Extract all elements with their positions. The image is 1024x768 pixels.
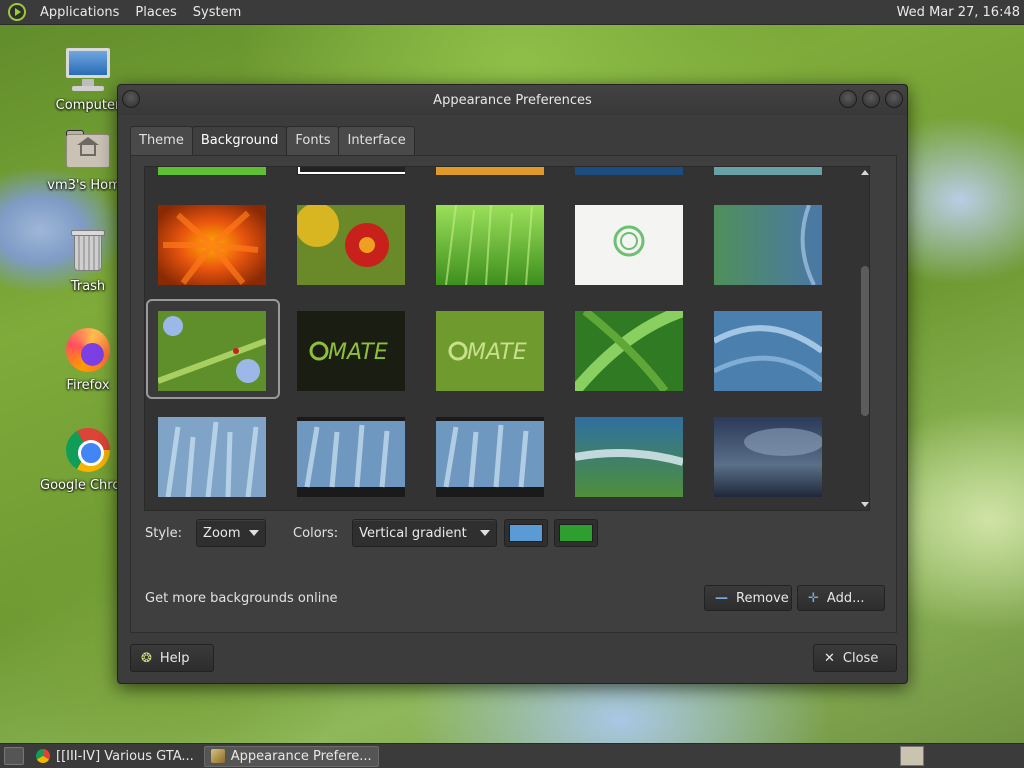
background-thumb[interactable]: [436, 417, 544, 497]
primary-color-swatch: [509, 524, 544, 542]
top-panel: Applications Places System Wed Mar 27, 1…: [0, 0, 1024, 25]
taskbar-item-label: [[III-IV] Various GTA...: [56, 748, 194, 764]
bottom-panel: [[III-IV] Various GTA... Appearance Pref…: [0, 743, 1024, 768]
colors-combo[interactable]: Vertical gradient: [352, 519, 498, 547]
tab-fonts[interactable]: Fonts: [286, 126, 340, 155]
workspace-switcher-icon[interactable]: [900, 746, 924, 766]
background-thumb[interactable]: [575, 417, 683, 497]
menu-places[interactable]: Places: [127, 0, 184, 25]
background-thumb-selected[interactable]: [158, 311, 266, 391]
add-button[interactable]: ✛ Add...: [797, 585, 885, 611]
secondary-color-swatch: [559, 524, 594, 542]
close-button-label: Close: [842, 650, 879, 666]
close-icon: ✕: [824, 650, 835, 666]
window-footer: ❂ Help ✕ Close: [130, 644, 897, 672]
background-thumb[interactable]: [575, 311, 683, 391]
scroll-down-arrow-icon[interactable]: [861, 502, 869, 507]
firefox-icon: [64, 326, 112, 374]
help-icon: ❂: [141, 650, 152, 666]
taskbar-item-chrome[interactable]: [[III-IV] Various GTA...: [30, 746, 200, 767]
background-thumb[interactable]: [575, 205, 683, 285]
primary-color-button[interactable]: [504, 519, 549, 547]
remove-button-label: Remove: [736, 590, 789, 606]
background-thumb[interactable]: [714, 205, 822, 285]
chevron-down-icon: [249, 530, 260, 536]
help-button[interactable]: ❂ Help: [130, 644, 214, 672]
get-more-backgrounds-link[interactable]: Get more backgrounds online: [145, 591, 338, 606]
appearance-icon: [210, 749, 225, 763]
background-thumb[interactable]: MATE: [436, 311, 544, 391]
computer-icon: [64, 46, 112, 94]
show-desktop-icon[interactable]: [4, 747, 24, 765]
mate-logo-text: MATE: [328, 340, 388, 365]
mate-menu-icon[interactable]: [8, 3, 26, 21]
background-thumb[interactable]: [158, 205, 266, 285]
background-thumb[interactable]: [714, 417, 822, 497]
clock[interactable]: Wed Mar 27, 16:48: [897, 5, 1024, 20]
chevron-down-icon: [480, 530, 491, 536]
chrome-icon: [36, 749, 50, 763]
background-thumb[interactable]: [297, 166, 405, 175]
background-gallery[interactable]: MATE MATE: [144, 166, 870, 511]
background-thumb[interactable]: [575, 166, 683, 175]
style-combo[interactable]: Zoom: [196, 519, 267, 547]
home-folder-icon: [64, 126, 112, 174]
window-close-button[interactable]: [885, 90, 903, 108]
window-title: Appearance Preferences: [433, 92, 592, 108]
colors-combo-value: Vertical gradient: [359, 525, 467, 541]
help-button-label: Help: [159, 650, 190, 666]
minimize-button[interactable]: [839, 90, 857, 108]
background-actions: Get more backgrounds online — Remove ✛ A…: [145, 585, 885, 611]
tab-interface[interactable]: Interface: [338, 126, 415, 155]
mate-logo-text: MATE: [467, 340, 527, 365]
background-thumb[interactable]: [297, 205, 405, 285]
background-thumb[interactable]: [714, 166, 822, 175]
tab-background[interactable]: Background: [191, 126, 288, 156]
background-thumb[interactable]: [436, 205, 544, 285]
trash-icon: [64, 227, 112, 275]
chrome-icon: [64, 426, 112, 474]
background-thumb[interactable]: [436, 166, 544, 175]
background-thumb[interactable]: [158, 417, 266, 497]
tab-theme[interactable]: Theme: [130, 126, 193, 155]
minus-icon: —: [715, 590, 728, 606]
secondary-color-button[interactable]: [554, 519, 599, 547]
remove-button[interactable]: — Remove: [704, 585, 792, 611]
background-thumb[interactable]: [158, 166, 266, 175]
tab-bar: Theme Background Fonts Interface: [130, 126, 415, 156]
background-thumb[interactable]: [714, 311, 822, 391]
taskbar-item-appearance[interactable]: Appearance Prefere...: [203, 745, 379, 767]
background-controls: Style: Zoom Colors: Vertical gradient: [145, 518, 885, 548]
background-tab-panel: MATE MATE Style: Zoom Colors: Vertical g…: [130, 155, 897, 633]
colors-label: Colors:: [293, 525, 339, 541]
window-menu-button[interactable]: [122, 90, 140, 108]
appearance-preferences-window: Appearance Preferences Theme Background …: [117, 84, 908, 684]
close-button[interactable]: ✕ Close: [813, 644, 897, 672]
plus-icon: ✛: [808, 590, 819, 606]
add-button-label: Add...: [826, 590, 865, 606]
menu-applications[interactable]: Applications: [32, 0, 127, 25]
menu-system[interactable]: System: [185, 0, 249, 25]
style-label: Style:: [145, 525, 183, 541]
taskbar-item-label: Appearance Prefere...: [230, 748, 372, 764]
gallery-scrollbar[interactable]: [859, 166, 871, 511]
scroll-up-arrow-icon[interactable]: [861, 170, 869, 175]
background-thumb[interactable]: MATE: [297, 311, 405, 391]
background-thumb[interactable]: [297, 417, 405, 497]
scrollbar-thumb[interactable]: [861, 266, 869, 416]
maximize-button[interactable]: [862, 90, 880, 108]
style-combo-value: Zoom: [203, 525, 241, 541]
window-titlebar[interactable]: Appearance Preferences: [118, 85, 907, 115]
